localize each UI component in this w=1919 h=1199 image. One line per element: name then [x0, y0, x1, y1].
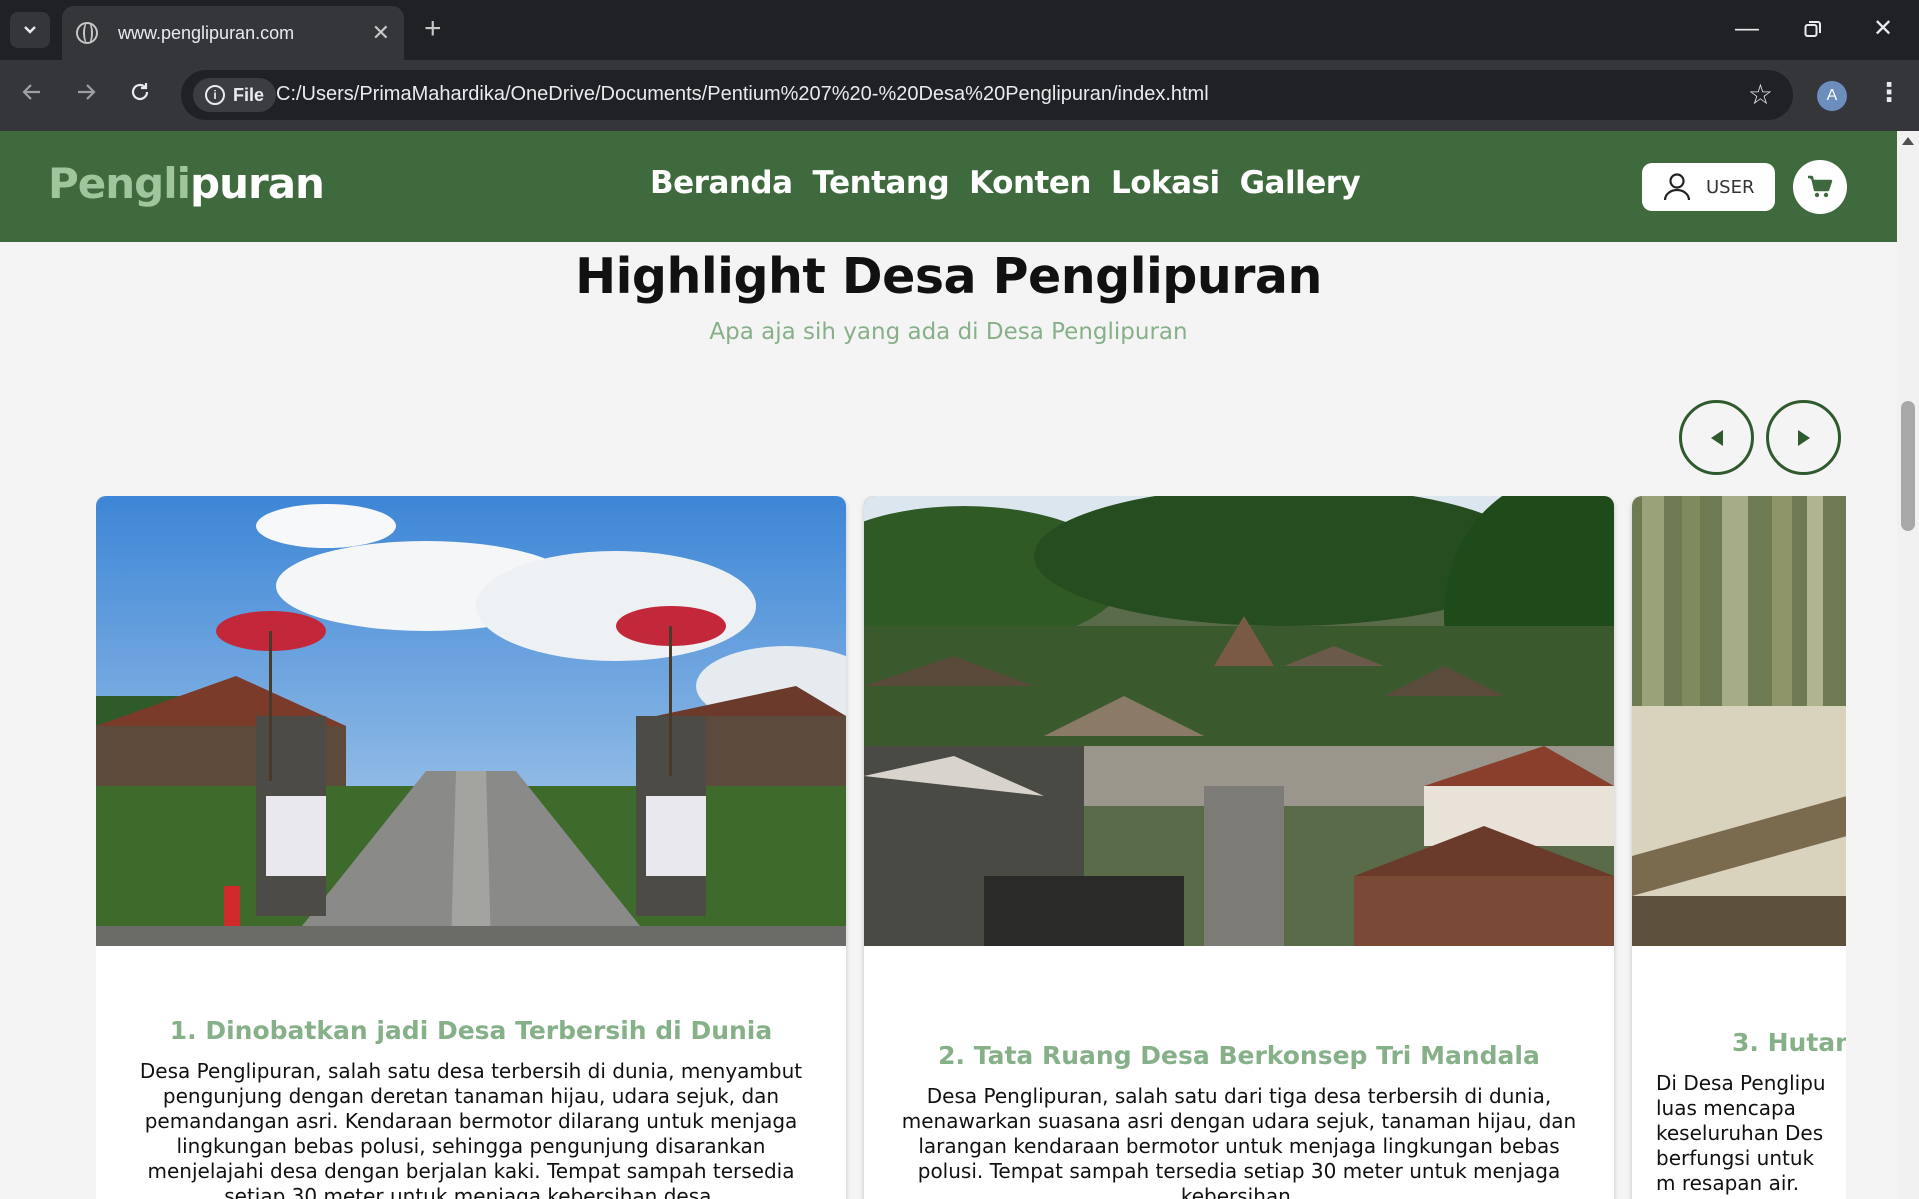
scrollbar-thumb[interactable]: [1901, 401, 1915, 531]
info-icon: i: [205, 85, 225, 105]
page-viewport: Penglipuran Beranda Tentang Konten Lokas…: [0, 131, 1897, 1199]
logo-part-1: Pengli: [48, 159, 191, 208]
url-text[interactable]: C:/Users/PrimaMahardika/OneDrive/Documen…: [276, 83, 1209, 106]
browser-tab-bar: www.penglipuran.com ✕ + — ✕: [0, 0, 1919, 60]
file-chip-label: File: [233, 84, 265, 105]
site-header: Penglipuran Beranda Tentang Konten Lokas…: [0, 131, 1897, 242]
browser-tab-active[interactable]: www.penglipuran.com ✕: [62, 6, 404, 60]
caret-left-icon: [1710, 429, 1723, 446]
card-title: 2. Tata Ruang Desa Berkonsep Tri Mandala: [938, 1041, 1540, 1070]
address-bar[interactable]: i File C:/Users/PrimaMahardika/OneDrive/…: [181, 70, 1793, 120]
close-window-button[interactable]: ✕: [1873, 14, 1893, 44]
arrow-left-icon: [22, 84, 40, 100]
highlight-card[interactable]: 3. Hutan Di Desa Penglipu luas mencapa k…: [1632, 496, 1846, 1199]
browser-toolbar: i File C:/Users/PrimaMahardika/OneDrive/…: [0, 60, 1919, 131]
user-button[interactable]: USER: [1642, 163, 1775, 211]
card-image-village-aerial: [864, 496, 1614, 946]
nav-link-tentang[interactable]: Tentang: [813, 165, 950, 201]
highlight-subtitle: Apa aja sih yang ada di Desa Penglipuran: [709, 319, 1188, 345]
card-image-village-gate: [96, 496, 846, 946]
nav-link-lokasi[interactable]: Lokasi: [1111, 165, 1220, 201]
bookmark-star-icon[interactable]: ☆: [1748, 78, 1773, 111]
nav-link-konten[interactable]: Konten: [969, 165, 1091, 201]
page-scrollbar[interactable]: [1897, 131, 1919, 1199]
card-text: Desa Penglipuran, salah satu desa terber…: [139, 1059, 803, 1199]
card-title: 1. Dinobatkan jadi Desa Terbersih di Dun…: [169, 1016, 773, 1045]
minimize-button[interactable]: —: [1735, 14, 1759, 44]
back-button[interactable]: [20, 80, 44, 111]
chevron-down-icon: [24, 26, 36, 34]
highlight-carousel: 1. Dinobatkan jadi Desa Terbersih di Dun…: [96, 496, 1846, 1199]
globe-icon: [76, 22, 98, 44]
cart-icon: [1808, 175, 1833, 198]
new-tab-button[interactable]: +: [424, 14, 442, 44]
logo-part-2: puran: [190, 159, 325, 208]
site-logo[interactable]: Penglipuran: [48, 159, 325, 208]
cart-button[interactable]: [1793, 160, 1847, 214]
user-button-label: USER: [1706, 176, 1755, 198]
card-text: Desa Penglipuran, salah satu dari tiga d…: [901, 1084, 1577, 1199]
highlight-card[interactable]: 1. Dinobatkan jadi Desa Terbersih di Dun…: [96, 496, 846, 1199]
reload-icon: [131, 83, 149, 101]
scroll-up-arrow[interactable]: [1902, 137, 1914, 145]
card-text: Di Desa Penglipu luas mencapa keseluruha…: [1656, 1071, 1826, 1199]
highlight-card[interactable]: 2. Tata Ruang Desa Berkonsep Tri Mandala…: [864, 496, 1614, 1199]
forward-button[interactable]: [74, 80, 98, 111]
highlight-title: Highlight Desa Penglipuran: [575, 248, 1322, 305]
profile-avatar[interactable]: A: [1817, 81, 1847, 111]
caret-right-icon: [1797, 429, 1810, 446]
tab-search-button[interactable]: [10, 12, 50, 48]
user-icon: [1663, 173, 1691, 201]
card-image-bamboo-forest: [1632, 496, 1846, 946]
reload-button[interactable]: [128, 80, 152, 111]
nav-link-gallery[interactable]: Gallery: [1240, 165, 1361, 201]
browser-menu-icon[interactable]: ⋮: [1876, 78, 1902, 108]
arrow-right-icon: [78, 84, 96, 100]
close-tab-icon[interactable]: ✕: [372, 21, 390, 46]
carousel-next-button[interactable]: [1766, 400, 1841, 475]
nav-link-beranda[interactable]: Beranda: [650, 165, 793, 201]
main-nav: Beranda Tentang Konten Lokasi Gallery: [650, 165, 1361, 201]
tab-title: www.penglipuran.com: [118, 22, 295, 43]
restore-icon: [1804, 21, 1821, 37]
carousel-prev-button[interactable]: [1679, 400, 1754, 475]
site-info-chip[interactable]: i File: [193, 78, 277, 112]
restore-button[interactable]: [1804, 16, 1822, 46]
card-title: 3. Hutan: [1732, 1028, 1846, 1057]
